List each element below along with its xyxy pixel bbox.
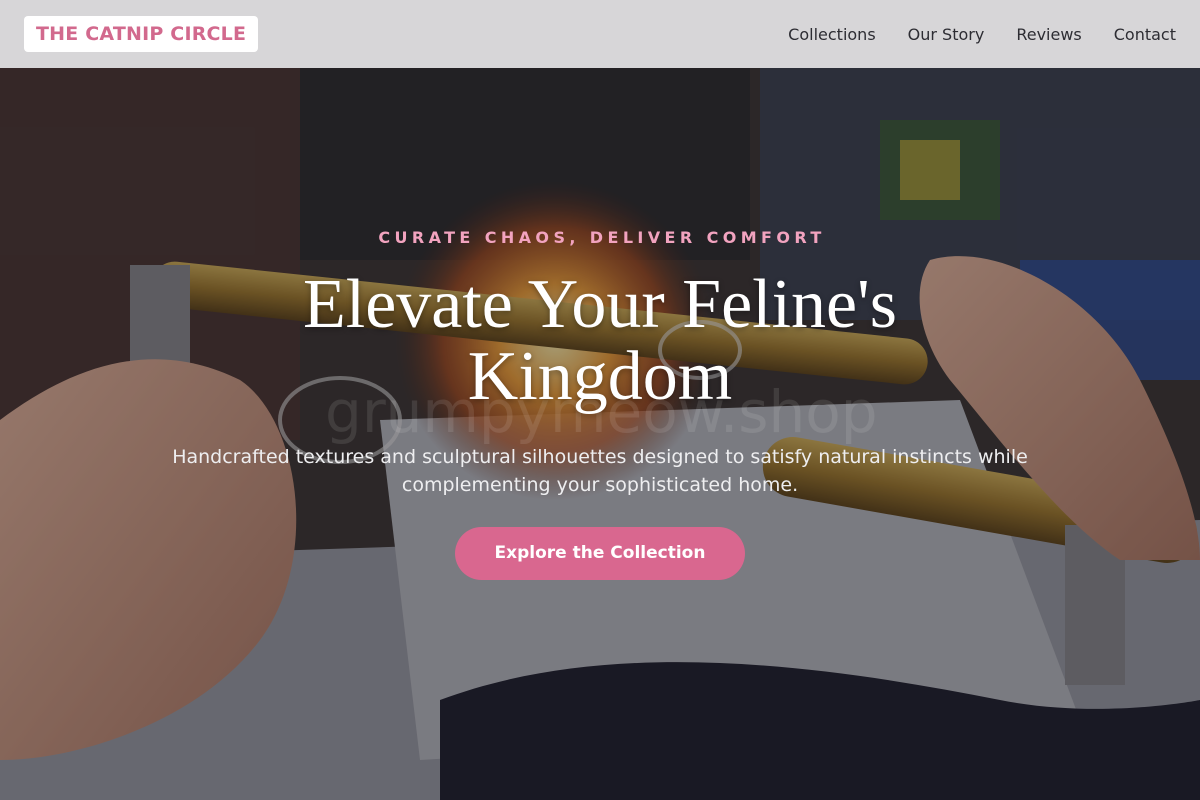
hero-subhead: Handcrafted textures and sculptural silh…: [172, 446, 1028, 496]
nav-link-our-story[interactable]: Our Story: [908, 25, 985, 44]
hero-section: grumpymeow.shop CURATE CHAOS, DELIVER CO…: [0, 0, 1200, 800]
top-navbar: THE CATNIP CIRCLE Collections Our Story …: [0, 0, 1200, 68]
nav-links: Collections Our Story Reviews Contact: [756, 25, 1176, 44]
brand-logo[interactable]: THE CATNIP CIRCLE: [24, 16, 259, 52]
hero-content: CURATE CHAOS, DELIVER COMFORT Elevate Yo…: [0, 228, 1200, 580]
hero-headline: Elevate Your Feline's Kingdom: [303, 266, 897, 415]
explore-collection-button[interactable]: Explore the Collection: [454, 527, 746, 580]
nav-link-collections[interactable]: Collections: [788, 25, 875, 44]
nav-link-contact[interactable]: Contact: [1114, 25, 1176, 44]
nav-link-reviews[interactable]: Reviews: [1016, 25, 1081, 44]
hero-eyebrow: CURATE CHAOS, DELIVER COMFORT: [378, 228, 826, 247]
